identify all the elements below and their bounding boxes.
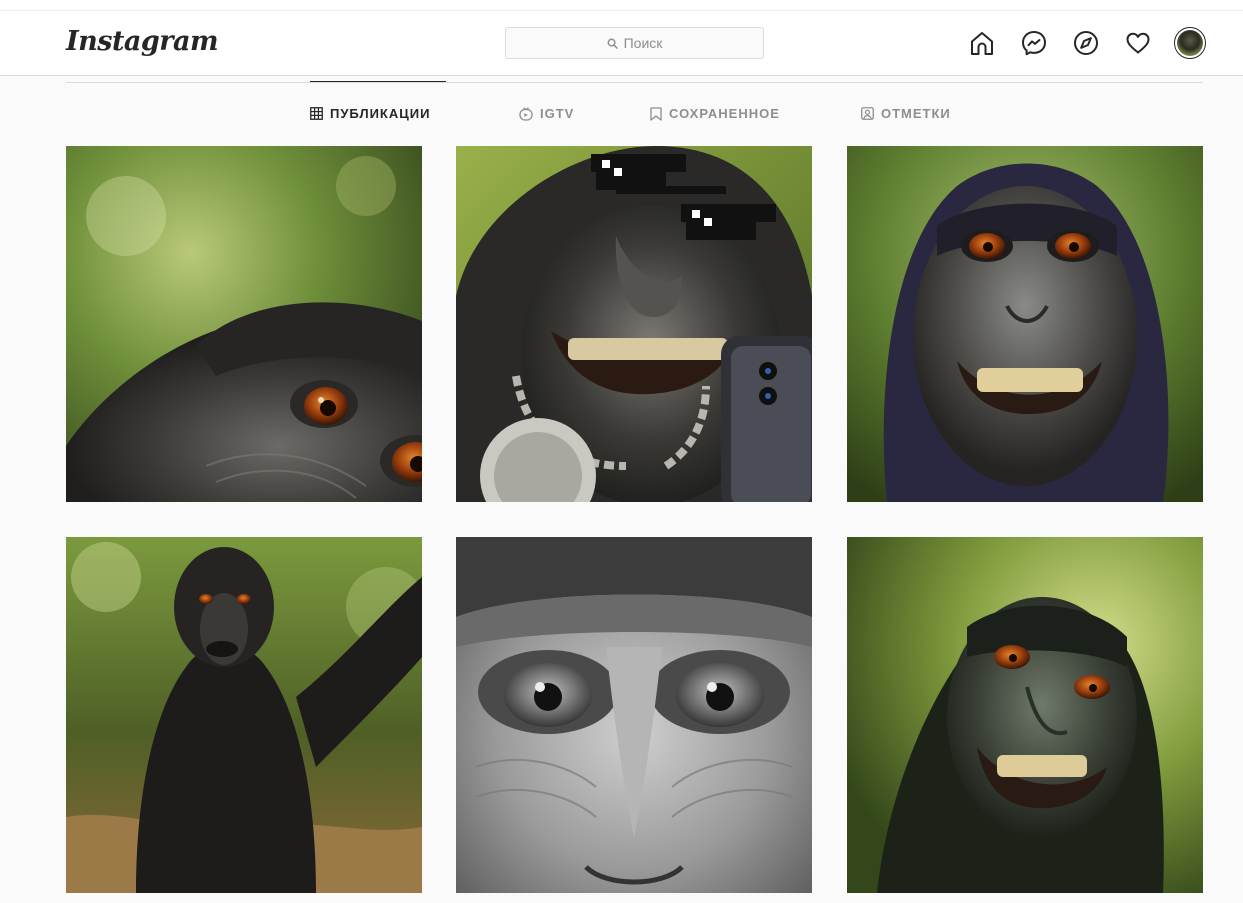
post-thumbnail-6[interactable] xyxy=(847,537,1203,893)
post-thumbnail-1[interactable] xyxy=(66,146,422,502)
profile-button[interactable] xyxy=(1173,26,1207,60)
tab-saved[interactable]: СОХРАНЕННОЕ xyxy=(650,106,780,121)
profile-tabs: ПУБЛИКАЦИИ IGTV СОХРАНЕННОЕ ОТМЕТКИ xyxy=(0,106,1243,126)
explore-icon xyxy=(1074,31,1098,55)
direct-messages-button[interactable] xyxy=(1017,26,1051,60)
tab-igtv-label: IGTV xyxy=(540,106,575,121)
profile-avatar xyxy=(1174,27,1206,59)
post-thumbnail-4[interactable] xyxy=(66,537,422,893)
activity-heart-icon xyxy=(1126,32,1150,54)
messenger-icon xyxy=(1022,31,1046,56)
post-image-2 xyxy=(456,146,812,502)
post-image-5 xyxy=(456,537,812,893)
home-icon xyxy=(971,32,993,55)
grid-icon xyxy=(310,107,323,120)
activity-button[interactable] xyxy=(1121,26,1155,60)
post-image-1 xyxy=(66,146,422,502)
post-image-6 xyxy=(847,537,1203,893)
post-thumbnail-5[interactable] xyxy=(456,537,812,893)
tab-tagged-label: ОТМЕТКИ xyxy=(881,106,951,121)
search-icon xyxy=(607,38,618,49)
avatar-photo xyxy=(1177,30,1203,56)
tab-posts-label: ПУБЛИКАЦИИ xyxy=(330,106,431,121)
instagram-logo[interactable]: Instagram xyxy=(66,26,219,57)
home-button[interactable] xyxy=(965,26,999,60)
top-edge-line xyxy=(0,10,1243,11)
search-placeholder: Поиск xyxy=(623,35,663,51)
bookmark-icon xyxy=(650,106,662,121)
tab-tagged[interactable]: ОТМЕТКИ xyxy=(861,106,951,121)
post-thumbnail-2[interactable] xyxy=(456,146,812,502)
nav-icons xyxy=(965,26,1207,60)
post-image-3 xyxy=(847,146,1203,502)
igtv-icon xyxy=(519,106,533,121)
search-input[interactable]: Поиск xyxy=(505,27,764,59)
top-navigation-bar: Instagram Поиск xyxy=(0,0,1243,76)
tagged-icon xyxy=(861,107,874,120)
explore-button[interactable] xyxy=(1069,26,1103,60)
post-image-4 xyxy=(66,537,422,893)
tab-saved-label: СОХРАНЕННОЕ xyxy=(669,106,780,121)
profile-tabs-divider xyxy=(66,82,1203,83)
post-thumbnail-3[interactable] xyxy=(847,146,1203,502)
tab-posts[interactable]: ПУБЛИКАЦИИ xyxy=(310,106,430,121)
tab-igtv[interactable]: IGTV xyxy=(519,106,574,121)
